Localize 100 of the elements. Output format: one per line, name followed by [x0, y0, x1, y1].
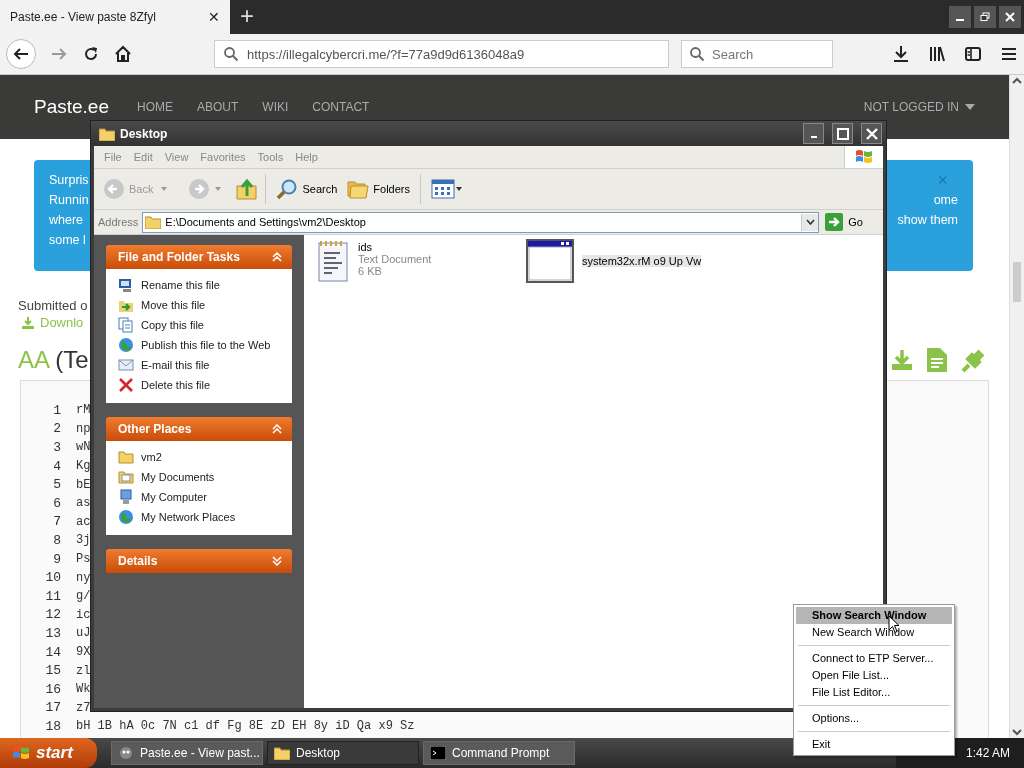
window-icon[interactable] — [526, 239, 574, 283]
nav-link[interactable]: WIKI — [262, 100, 289, 114]
computer-icon — [118, 489, 134, 505]
download-icon[interactable] — [892, 45, 910, 63]
line-number: 4 — [52, 458, 61, 474]
code-line: ac — [76, 514, 91, 529]
line-number: 16 — [44, 681, 61, 697]
close-tab-button[interactable]: ✕ — [208, 9, 220, 25]
address-label: Address — [98, 216, 139, 228]
line-number: 15 — [44, 663, 61, 679]
task-panel-header[interactable]: Other Places — [106, 417, 292, 441]
restore-icon — [980, 12, 990, 22]
folder-icon — [274, 746, 290, 760]
search-button[interactable]: Search — [273, 178, 341, 200]
code-line: 9X — [76, 645, 91, 659]
account-menu[interactable]: NOT LOGGED IN — [863, 100, 959, 114]
maximize-icon — [836, 127, 849, 140]
line-number: 9 — [52, 551, 61, 567]
taskbar-button[interactable]: Paste.ee - View past... — [111, 741, 263, 765]
globe-icon — [118, 337, 134, 353]
scrollbar[interactable] — [1009, 75, 1024, 738]
envelope-icon — [118, 357, 134, 373]
menu-item[interactable]: New Search Window — [796, 624, 952, 641]
app-icon — [118, 746, 134, 760]
nav-link[interactable]: CONTACT — [312, 100, 370, 114]
menu-icon[interactable] — [1000, 45, 1018, 63]
code-line: bE — [76, 477, 91, 492]
back-button[interactable] — [6, 39, 36, 69]
notepad-icon[interactable] — [316, 239, 350, 283]
code-line: Wk — [76, 682, 91, 697]
task-link[interactable]: Move this file — [141, 299, 206, 311]
menu-item[interactable]: File List Editor... — [796, 684, 952, 701]
line-number: 13 — [44, 625, 61, 641]
task-link[interactable]: Rename this file — [141, 279, 220, 291]
sidebar-icon[interactable] — [964, 45, 982, 63]
folders-button[interactable]: Folders — [344, 179, 413, 199]
chevron-down-icon — [805, 219, 815, 225]
menu-item[interactable]: Show Search Window — [796, 607, 952, 624]
notice-text: some l — [49, 232, 87, 249]
folder-up-icon[interactable] — [236, 178, 259, 200]
nav-link[interactable]: HOME — [137, 100, 173, 114]
browser-tab[interactable]: Paste.ee - View paste 8Zfyl ✕ — [0, 0, 230, 34]
scrollbar-thumb[interactable] — [1013, 262, 1021, 302]
task-link[interactable]: vm2 — [141, 451, 162, 463]
minimize-button[interactable] — [949, 6, 971, 28]
menu-item[interactable]: Exit — [796, 736, 952, 753]
line-number: 10 — [44, 570, 61, 586]
code-line: np — [76, 421, 91, 436]
task-panel-header[interactable]: Details — [106, 549, 292, 573]
site-logo[interactable]: Paste.ee — [34, 96, 109, 118]
dropdown-button[interactable] — [801, 213, 819, 231]
address-field[interactable]: https://illegalcybercri.me/?f=77a9d9d6136048a9 — [214, 40, 669, 68]
close-button[interactable] — [861, 123, 882, 144]
new-tab-button[interactable]: + — [230, 0, 264, 34]
file-name[interactable]: system32x.rM o9 Up Vw — [582, 255, 702, 267]
close-button[interactable] — [999, 6, 1021, 28]
code-line: zl — [76, 663, 91, 678]
chevron-icon — [272, 252, 282, 262]
go-button[interactable]: Go — [823, 213, 879, 231]
maximize-button[interactable] — [832, 123, 853, 144]
line-number: 11 — [44, 588, 61, 604]
library-icon[interactable] — [928, 45, 946, 63]
address-field[interactable]: E:\Documents and Settings\vm2\Desktop — [142, 211, 820, 233]
reload-icon[interactable] — [82, 45, 100, 63]
scroll-down-icon[interactable] — [1011, 726, 1023, 738]
task-link[interactable]: Delete this file — [141, 379, 211, 391]
task-link[interactable]: Copy this file — [141, 319, 204, 331]
file-size: 6 KB — [358, 265, 383, 277]
notice-text: show them — [897, 212, 958, 229]
menu-item[interactable]: Options... — [796, 710, 952, 727]
taskbar-button[interactable]: Command Prompt — [423, 741, 575, 765]
clock[interactable]: 1:42 AM — [965, 746, 1010, 760]
task-link[interactable]: My Network Places — [141, 511, 236, 523]
chevron-icon — [272, 424, 282, 434]
minimize-button[interactable] — [803, 123, 824, 144]
code-line: bH 1B hA 0c 7N c1 df Fg 8E zD EH 8y iD Qa x9 Sz — [76, 719, 415, 734]
file-name[interactable]: ids — [358, 241, 432, 253]
line-number: 6 — [52, 495, 61, 511]
search-field[interactable]: Search — [681, 40, 833, 68]
menu-item[interactable]: Connect to ETP Server... — [796, 650, 952, 667]
task-link[interactable]: My Computer — [141, 491, 208, 503]
views-icon — [431, 179, 463, 199]
task-link[interactable]: My Documents — [141, 471, 215, 483]
task-link[interactable]: E-mail this file — [141, 359, 210, 371]
nav-link[interactable]: ABOUT — [197, 100, 239, 114]
restore-button[interactable] — [974, 6, 996, 28]
task-link[interactable]: Publish this file to the Web — [141, 339, 271, 351]
line-number: 12 — [44, 607, 61, 623]
code-line: g/ — [76, 589, 91, 604]
console-icon — [430, 746, 446, 760]
code-line: wN — [76, 440, 91, 455]
taskbar-button[interactable]: Desktop — [267, 741, 419, 765]
home-icon[interactable] — [114, 45, 132, 63]
task-panel-header[interactable]: File and Folder Tasks — [106, 245, 292, 269]
monitor-icon — [118, 277, 134, 293]
line-number: 17 — [44, 700, 61, 716]
minimize-icon — [956, 19, 964, 21]
start-button[interactable]: start — [0, 738, 97, 768]
menu-item[interactable]: Open File List... — [796, 667, 952, 684]
globe-icon — [118, 509, 134, 525]
